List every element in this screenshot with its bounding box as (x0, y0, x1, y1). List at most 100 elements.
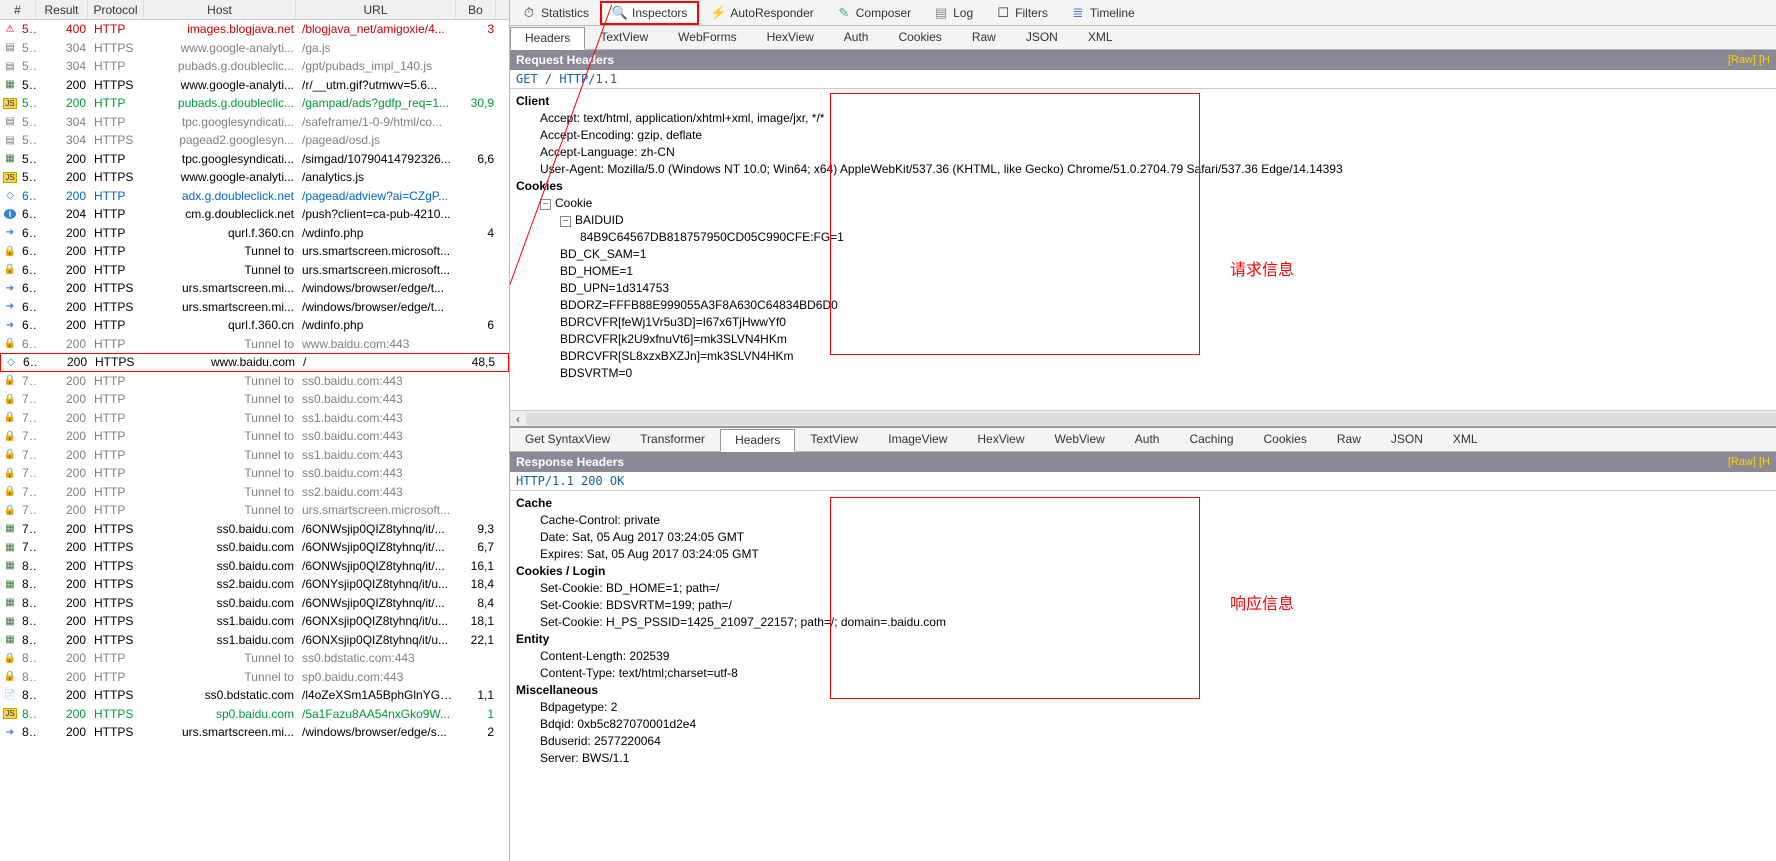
cookie-baiduid-value[interactable]: 84B9C64567DB818757950CD05C990CFE:FG=1 (516, 229, 1770, 246)
session-row[interactable]: 58200HTTPtpc.googlesyndicati.../simgad/1… (0, 150, 509, 169)
hdr-date[interactable]: Date: Sat, 05 Aug 2017 03:24:05 GMT (516, 529, 1770, 546)
hdr-set-cookie-2[interactable]: Set-Cookie: BDSVRTM=199; path=/ (516, 597, 1770, 614)
response-tab-headers[interactable]: Headers (720, 429, 795, 452)
session-row[interactable]: 61204HTTPcm.g.doubleclick.net/push?clien… (0, 205, 509, 224)
session-row[interactable]: 74200HTTPTunnel toss1.baidu.com:443 (0, 446, 509, 465)
response-tab-textview[interactable]: TextView (795, 428, 873, 451)
cookie-bdrcvfr3[interactable]: BDRCVFR[SL8xzxBXZJn]=mk3SLVN4HKm (516, 348, 1770, 365)
group-entity[interactable]: Entity (516, 631, 1770, 648)
response-tab-xml[interactable]: XML (1438, 428, 1493, 451)
sessions-list[interactable]: 51400HTTPimages.blogjava.net/blogjava_ne… (0, 20, 509, 861)
response-tab-get-syntaxview[interactable]: Get SyntaxView (510, 428, 625, 451)
session-row[interactable]: 80200HTTPSss0.baidu.com/6ONWsjip0QIZ8tyh… (0, 557, 509, 576)
response-headers-tree[interactable]: Cache Cache-Control: private Date: Sat, … (510, 491, 1776, 861)
cookie-bdcksam[interactable]: BD_CK_SAM=1 (516, 246, 1770, 263)
response-tab-caching[interactable]: Caching (1174, 428, 1248, 451)
cookie-bdrcvfr1[interactable]: BDRCVFR[feWj1Vr5u3D]=I67x6TjHwwYf0 (516, 314, 1770, 331)
tree-collapse-icon[interactable]: − (560, 216, 571, 227)
session-row[interactable]: 54200HTTPSwww.google-analyti.../r/__utm.… (0, 76, 509, 95)
col-protocol[interactable]: Protocol (88, 1, 144, 19)
hdr-server[interactable]: Server: BWS/1.1 (516, 750, 1770, 767)
session-row[interactable]: 59200HTTPSwww.google-analyti.../analytic… (0, 168, 509, 187)
response-tab-imageview[interactable]: ImageView (873, 428, 962, 451)
session-row[interactable]: 83200HTTPSss1.baidu.com/6ONXsjip0QIZ8tyh… (0, 612, 509, 631)
group-cookies[interactable]: Cookies (516, 178, 1770, 195)
hdr-user-agent[interactable]: User-Agent: Mozilla/5.0 (Windows NT 10.0… (516, 161, 1770, 178)
session-row[interactable]: 60200HTTPadx.g.doubleclick.net/pagead/ad… (0, 187, 509, 206)
session-row[interactable]: 57304HTTPSpagead2.googlesyn.../pagead/os… (0, 131, 509, 150)
request-tab-auth[interactable]: Auth (829, 26, 884, 49)
tree-collapse-icon[interactable]: − (540, 199, 551, 210)
session-row[interactable]: 79200HTTPSss0.baidu.com/6ONWsjip0QIZ8tyh… (0, 538, 509, 557)
session-row[interactable]: 67200HTTPqurl.f.360.cn/wdinfo.php6 (0, 316, 509, 335)
cookie-bdhome[interactable]: BD_HOME=1 (516, 263, 1770, 280)
session-row[interactable]: 85200HTTPTunnel toss0.bdstatic.com:443 (0, 649, 509, 668)
session-row[interactable]: 88200HTTPSsp0.baidu.com/5a1Fazu8AA54nxGk… (0, 705, 509, 724)
hdr-content-length[interactable]: Content-Length: 202539 (516, 648, 1770, 665)
request-tab-xml[interactable]: XML (1073, 26, 1128, 49)
session-row[interactable]: 68200HTTPTunnel towww.baidu.com:443 (0, 335, 509, 354)
session-row[interactable]: 82200HTTPSss0.baidu.com/6ONWsjip0QIZ8tyh… (0, 594, 509, 613)
hdr-accept[interactable]: Accept: text/html, application/xhtml+xml… (516, 110, 1770, 127)
response-tab-transformer[interactable]: Transformer (625, 428, 720, 451)
response-tab-hexview[interactable]: HexView (962, 428, 1039, 451)
hdr-set-cookie-3[interactable]: Set-Cookie: H_PS_PSSID=1425_21097_22157;… (516, 614, 1770, 631)
hdr-content-type[interactable]: Content-Type: text/html;charset=utf-8 (516, 665, 1770, 682)
cookie-bdorz[interactable]: BDORZ=FFFB88E999055A3F8A630C64834BD6D0 (516, 297, 1770, 314)
session-row[interactable]: 55200HTTPpubads.g.doubleclic.../gampad/a… (0, 94, 509, 113)
request-headers-tree[interactable]: Client Accept: text/html, application/xh… (510, 89, 1776, 410)
session-row[interactable]: 70200HTTPTunnel toss0.baidu.com:443 (0, 372, 509, 391)
col-num[interactable]: # (0, 1, 36, 19)
session-row[interactable]: 81200HTTPSss2.baidu.com/6ONYsjip0QIZ8tyh… (0, 575, 509, 594)
session-row[interactable]: 53304HTTPpubads.g.doubleclic.../gpt/puba… (0, 57, 509, 76)
session-row[interactable]: 65200HTTPSurs.smartscreen.mi.../windows/… (0, 279, 509, 298)
session-row[interactable]: 63200HTTPTunnel tours.smartscreen.micros… (0, 242, 509, 261)
session-row[interactable]: 75200HTTPTunnel toss0.baidu.com:443 (0, 464, 509, 483)
hdr-bdpagetype[interactable]: Bdpagetype: 2 (516, 699, 1770, 716)
request-tab-hexview[interactable]: HexView (752, 26, 829, 49)
response-tab-raw[interactable]: Raw (1322, 428, 1376, 451)
toolbar-inspectors-button[interactable]: Inspectors (600, 1, 699, 25)
request-tab-webforms[interactable]: WebForms (663, 26, 751, 49)
session-row[interactable]: 86200HTTPTunnel tosp0.baidu.com:443 (0, 668, 509, 687)
toolbar-timeline-button[interactable]: Timeline (1059, 1, 1146, 25)
response-tab-json[interactable]: JSON (1376, 428, 1438, 451)
hdr-bduserid[interactable]: Bduserid: 2577220064 (516, 733, 1770, 750)
col-url[interactable]: URL (296, 1, 456, 19)
request-tab-json[interactable]: JSON (1011, 26, 1073, 49)
session-row[interactable]: 78200HTTPSss0.baidu.com/6ONWsjip0QIZ8tyh… (0, 520, 509, 539)
session-row[interactable]: 72200HTTPTunnel toss1.baidu.com:443 (0, 409, 509, 428)
session-row[interactable]: 64200HTTPTunnel tours.smartscreen.micros… (0, 261, 509, 280)
session-row[interactable]: 52304HTTPSwww.google-analyti.../ga.js (0, 39, 509, 58)
cookie-bdupn[interactable]: BD_UPN=1d314753 (516, 280, 1770, 297)
session-row[interactable]: 69200HTTPSwww.baidu.com/48,5 (0, 353, 509, 372)
cookie-baiduid[interactable]: −BAIDUID (516, 212, 1770, 229)
session-row[interactable]: 51400HTTPimages.blogjava.net/blogjava_ne… (0, 20, 509, 39)
session-row[interactable]: 87200HTTPSss0.bdstatic.com/l4oZeXSm1A5Bp… (0, 686, 509, 705)
toolbar-log-button[interactable]: Log (922, 1, 984, 25)
cookie-bdsvrtm[interactable]: BDSVRTM=0 (516, 365, 1770, 382)
session-row[interactable]: 84200HTTPSss1.baidu.com/6ONXsjip0QIZ8tyh… (0, 631, 509, 650)
session-row[interactable]: 66200HTTPSurs.smartscreen.mi.../windows/… (0, 298, 509, 317)
cookie-bdrcvfr2[interactable]: BDRCVFR[k2U9xfnuVt6]=mk3SLVN4HKm (516, 331, 1770, 348)
session-row[interactable]: 77200HTTPTunnel tours.smartscreen.micros… (0, 501, 509, 520)
request-hscroll[interactable]: ‹ (510, 410, 1776, 426)
raw-link[interactable]: [Raw] [H (1728, 54, 1770, 66)
request-tab-textview[interactable]: TextView (585, 26, 663, 49)
hdr-cache-control[interactable]: Cache-Control: private (516, 512, 1770, 529)
group-cache[interactable]: Cache (516, 495, 1770, 512)
group-cookies-login[interactable]: Cookies / Login (516, 563, 1770, 580)
hdr-set-cookie-1[interactable]: Set-Cookie: BD_HOME=1; path=/ (516, 580, 1770, 597)
session-row[interactable]: 56304HTTPtpc.googlesyndicati.../safefram… (0, 113, 509, 132)
session-row[interactable]: 71200HTTPTunnel toss0.baidu.com:443 (0, 390, 509, 409)
col-result[interactable]: Result (36, 1, 88, 19)
session-row[interactable]: 62200HTTPqurl.f.360.cn/wdinfo.php4 (0, 224, 509, 243)
raw-link[interactable]: [Raw] [H (1728, 456, 1770, 468)
toolbar-autoresponder-button[interactable]: AutoResponder (699, 1, 824, 25)
cookie-node[interactable]: −Cookie (516, 195, 1770, 212)
hdr-expires[interactable]: Expires: Sat, 05 Aug 2017 03:24:05 GMT (516, 546, 1770, 563)
group-client[interactable]: Client (516, 93, 1770, 110)
response-tab-auth[interactable]: Auth (1120, 428, 1175, 451)
session-row[interactable]: 89200HTTPSurs.smartscreen.mi.../windows/… (0, 723, 509, 742)
session-row[interactable]: 76200HTTPTunnel toss2.baidu.com:443 (0, 483, 509, 502)
